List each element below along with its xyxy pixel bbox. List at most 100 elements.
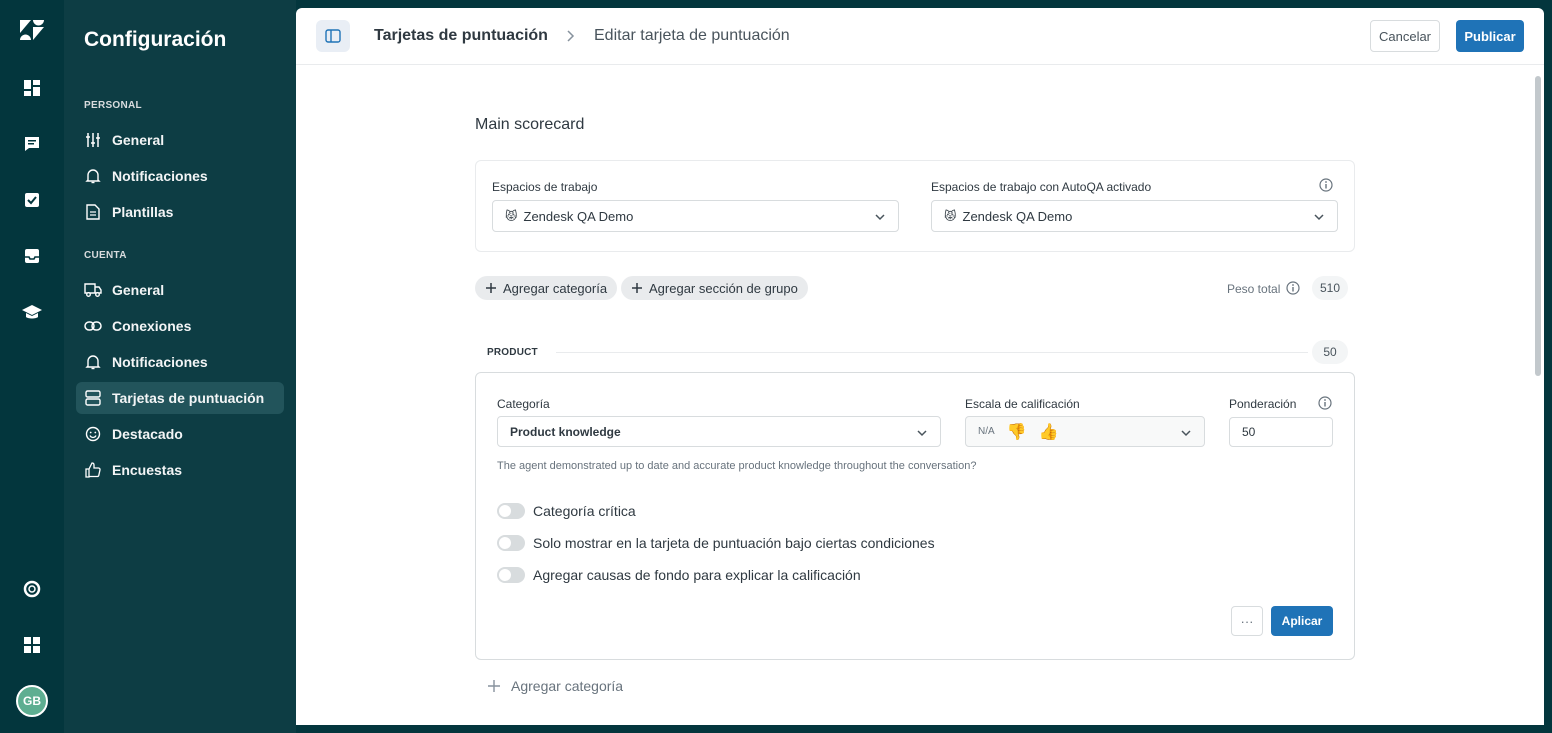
document-icon: [84, 203, 102, 221]
toggle-row-critical[interactable]: Categoría crítica: [497, 501, 636, 521]
chevron-down-icon: [1313, 211, 1325, 223]
avatar[interactable]: GB: [16, 685, 48, 717]
plus-icon: [488, 680, 500, 692]
category-select[interactable]: Product knowledge: [497, 416, 941, 447]
info-icon[interactable]: [1286, 281, 1300, 295]
rating-scale-select[interactable]: N/A 👎 👍: [965, 416, 1205, 447]
sidebar-item-label: General: [112, 282, 165, 298]
thumbs-up-icon: 👍: [1038, 423, 1059, 441]
add-category-label: Agregar categoría: [503, 280, 608, 296]
learning-icon[interactable]: [16, 296, 48, 328]
tasks-icon[interactable]: [16, 184, 48, 216]
main-panel: Tarjetas de puntuación Editar tarjeta de…: [296, 8, 1544, 725]
sidebar-item-templates[interactable]: Plantillas: [76, 196, 284, 228]
icon-rail: GB: [0, 0, 64, 733]
add-category-link-label: Agregar categoría: [511, 678, 624, 694]
apply-button[interactable]: Aplicar: [1271, 606, 1333, 636]
avatar-initials: GB: [23, 694, 41, 708]
sidebar-item-highlights[interactable]: Destacado: [76, 418, 284, 450]
conditional-toggle[interactable]: [497, 535, 525, 551]
workspace-emoji: 😾: [944, 209, 957, 223]
weight-input[interactable]: 50: [1229, 417, 1333, 447]
dashboard-icon[interactable]: [16, 72, 48, 104]
section-personal: PERSONAL: [84, 100, 142, 111]
total-weight-label: Peso total: [1227, 282, 1281, 296]
sidebar-item-personal-notifications[interactable]: Notificaciones: [76, 160, 284, 192]
sidebar-item-personal-general[interactable]: General: [76, 124, 284, 156]
smiley-icon: [84, 425, 102, 443]
toggle-row-conditional[interactable]: Solo mostrar en la tarjeta de puntuación…: [497, 533, 935, 553]
root-causes-toggle[interactable]: [497, 567, 525, 583]
category-value: Product knowledge: [510, 424, 621, 439]
sidebar-item-label: Plantillas: [112, 204, 174, 220]
toggle-row-root-causes[interactable]: Agregar causas de fondo para explicar la…: [497, 565, 861, 585]
sidebar-item-account-general[interactable]: General: [76, 274, 284, 306]
sidebar-item-connections[interactable]: Conexiones: [76, 310, 284, 342]
top-bar: Tarjetas de puntuación Editar tarjeta de…: [296, 8, 1544, 65]
chevron-down-icon: [874, 211, 886, 223]
toggle-label: Agregar causas de fondo para explicar la…: [533, 567, 861, 583]
publish-button[interactable]: Publicar: [1456, 20, 1524, 52]
sidebar-item-label: Conexiones: [112, 318, 192, 334]
thumbs-up-icon: [84, 461, 102, 479]
workspaces-select[interactable]: 😾 Zendesk QA Demo: [492, 200, 899, 232]
info-icon[interactable]: [1318, 396, 1332, 410]
sidebar-item-account-notifications[interactable]: Notificaciones: [76, 346, 284, 378]
rating-scale-label: Escala de calificación: [965, 397, 1080, 411]
workspaces-label: Espacios de trabajo: [492, 180, 598, 194]
total-weight-value: 510: [1312, 276, 1348, 300]
inbox-icon[interactable]: [16, 240, 48, 272]
section-weight: 50: [1312, 340, 1348, 364]
category-label: Categoría: [497, 397, 550, 411]
sidebar-item-label: Notificaciones: [112, 354, 208, 370]
chevron-down-icon: [1180, 427, 1192, 439]
sliders-icon: [84, 131, 102, 149]
scrollbar-thumb[interactable]: [1535, 76, 1541, 376]
scorecard-name[interactable]: Main scorecard: [475, 116, 584, 134]
panel-toggle-button[interactable]: [316, 20, 350, 52]
apps-icon[interactable]: [16, 629, 48, 661]
more-options-button[interactable]: ···: [1231, 606, 1263, 636]
workspaces-card: Espacios de trabajo 😾 Zendesk QA Demo Es…: [475, 160, 1355, 252]
section-divider: [556, 352, 1308, 353]
sidebar-item-label: Notificaciones: [112, 168, 208, 184]
add-category-button[interactable]: Agregar categoría: [475, 276, 618, 300]
sidebar-item-label: Tarjetas de puntuación: [112, 390, 265, 406]
workspace-emoji: 😾: [505, 209, 518, 223]
breadcrumb-parent[interactable]: Tarjetas de puntuación: [374, 27, 548, 45]
sidebar-item-label: Destacado: [112, 426, 183, 442]
autoqa-workspaces-label: Espacios de trabajo con AutoQA activado: [931, 180, 1152, 194]
section-account: CUENTA: [84, 250, 127, 261]
bell-icon: [84, 353, 102, 371]
conversations-icon[interactable]: [16, 128, 48, 160]
sidebar-item-surveys[interactable]: Encuestas: [76, 454, 284, 486]
scrollbar[interactable]: [1532, 68, 1544, 725]
zendesk-logo-icon[interactable]: [16, 14, 48, 46]
add-group-section-button[interactable]: Agregar sección de grupo: [621, 276, 808, 300]
category-card: Categoría Product knowledge Escala de ca…: [475, 372, 1355, 660]
sidebar-item-label: General: [112, 132, 165, 148]
category-description: The agent demonstrated up to date and ac…: [497, 460, 977, 472]
sidebar-item-scorecards[interactable]: Tarjetas de puntuación: [76, 382, 284, 414]
weight-label: Ponderación: [1229, 397, 1297, 411]
info-icon[interactable]: [1319, 178, 1333, 192]
link-icon: [84, 317, 102, 335]
cancel-button[interactable]: Cancelar: [1370, 20, 1440, 52]
truck-icon: [84, 281, 102, 299]
section-name[interactable]: PRODUCT: [487, 347, 538, 358]
add-category-link[interactable]: Agregar categoría: [487, 676, 623, 696]
toggle-label: Solo mostrar en la tarjeta de puntuación…: [533, 535, 935, 551]
scale-na: N/A: [978, 426, 995, 437]
autoqa-workspaces-select[interactable]: 😾 Zendesk QA Demo: [931, 200, 1338, 232]
help-icon[interactable]: [16, 573, 48, 605]
autoqa-workspaces-value: Zendesk QA Demo: [962, 208, 1073, 224]
chevron-down-icon: [916, 427, 928, 439]
add-group-section-label: Agregar sección de grupo: [649, 280, 798, 296]
plus-icon: [486, 283, 496, 293]
more-icon: ···: [1240, 613, 1254, 629]
critical-toggle[interactable]: [497, 503, 525, 519]
sidebar-item-label: Encuestas: [112, 462, 183, 478]
settings-sidebar: Configuración PERSONAL General Notificac…: [64, 0, 296, 733]
breadcrumb-current: Editar tarjeta de puntuación: [594, 27, 790, 44]
plus-icon: [632, 283, 642, 293]
